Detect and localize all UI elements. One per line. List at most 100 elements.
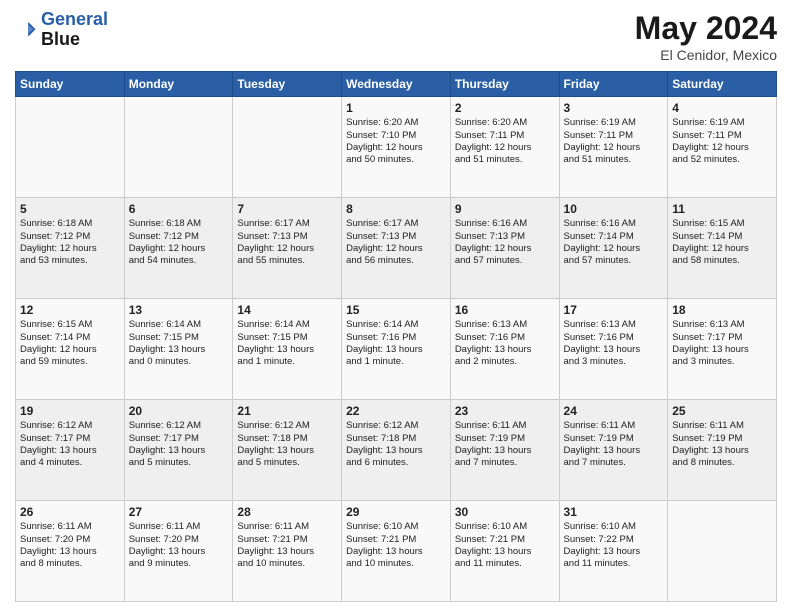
day-info: Sunrise: 6:10 AM Sunset: 7:21 PM Dayligh… [346, 521, 446, 570]
day-info: Sunrise: 6:18 AM Sunset: 7:12 PM Dayligh… [129, 218, 229, 267]
day-info: Sunrise: 6:19 AM Sunset: 7:11 PM Dayligh… [672, 117, 772, 166]
header: General Blue May 2024 El Cenidor, Mexico [15, 10, 777, 63]
day-info: Sunrise: 6:13 AM Sunset: 7:16 PM Dayligh… [564, 319, 664, 368]
calendar-cell: 5Sunrise: 6:18 AM Sunset: 7:12 PM Daylig… [16, 198, 125, 299]
day-number: 18 [672, 302, 772, 318]
day-info: Sunrise: 6:11 AM Sunset: 7:20 PM Dayligh… [129, 521, 229, 570]
calendar-cell: 14Sunrise: 6:14 AM Sunset: 7:15 PM Dayli… [233, 299, 342, 400]
day-info: Sunrise: 6:12 AM Sunset: 7:17 PM Dayligh… [129, 420, 229, 469]
logo: General Blue [15, 10, 108, 50]
day-info: Sunrise: 6:14 AM Sunset: 7:15 PM Dayligh… [237, 319, 337, 368]
day-number: 9 [455, 201, 555, 217]
calendar-cell: 26Sunrise: 6:11 AM Sunset: 7:20 PM Dayli… [16, 501, 125, 602]
day-info: Sunrise: 6:19 AM Sunset: 7:11 PM Dayligh… [564, 117, 664, 166]
day-number: 7 [237, 201, 337, 217]
day-info: Sunrise: 6:15 AM Sunset: 7:14 PM Dayligh… [672, 218, 772, 267]
calendar-cell: 12Sunrise: 6:15 AM Sunset: 7:14 PM Dayli… [16, 299, 125, 400]
day-number: 24 [564, 403, 664, 419]
day-number: 20 [129, 403, 229, 419]
day-number: 27 [129, 504, 229, 520]
day-number: 31 [564, 504, 664, 520]
calendar-cell: 21Sunrise: 6:12 AM Sunset: 7:18 PM Dayli… [233, 400, 342, 501]
day-info: Sunrise: 6:18 AM Sunset: 7:12 PM Dayligh… [20, 218, 120, 267]
day-info: Sunrise: 6:11 AM Sunset: 7:19 PM Dayligh… [564, 420, 664, 469]
calendar-cell: 29Sunrise: 6:10 AM Sunset: 7:21 PM Dayli… [342, 501, 451, 602]
day-number: 2 [455, 100, 555, 116]
day-info: Sunrise: 6:14 AM Sunset: 7:16 PM Dayligh… [346, 319, 446, 368]
logo-icon [15, 19, 37, 41]
day-info: Sunrise: 6:15 AM Sunset: 7:14 PM Dayligh… [20, 319, 120, 368]
calendar-week-4: 19Sunrise: 6:12 AM Sunset: 7:17 PM Dayli… [16, 400, 777, 501]
day-header-friday: Friday [559, 72, 668, 97]
calendar-cell: 11Sunrise: 6:15 AM Sunset: 7:14 PM Dayli… [668, 198, 777, 299]
calendar-cell: 9Sunrise: 6:16 AM Sunset: 7:13 PM Daylig… [450, 198, 559, 299]
main-title: May 2024 [635, 10, 777, 47]
day-header-sunday: Sunday [16, 72, 125, 97]
calendar-cell: 27Sunrise: 6:11 AM Sunset: 7:20 PM Dayli… [124, 501, 233, 602]
day-info: Sunrise: 6:11 AM Sunset: 7:19 PM Dayligh… [672, 420, 772, 469]
day-number: 12 [20, 302, 120, 318]
day-info: Sunrise: 6:16 AM Sunset: 7:13 PM Dayligh… [455, 218, 555, 267]
calendar-cell: 8Sunrise: 6:17 AM Sunset: 7:13 PM Daylig… [342, 198, 451, 299]
day-number: 30 [455, 504, 555, 520]
day-info: Sunrise: 6:10 AM Sunset: 7:21 PM Dayligh… [455, 521, 555, 570]
day-info: Sunrise: 6:11 AM Sunset: 7:19 PM Dayligh… [455, 420, 555, 469]
calendar-cell: 3Sunrise: 6:19 AM Sunset: 7:11 PM Daylig… [559, 97, 668, 198]
day-number: 4 [672, 100, 772, 116]
calendar-cell [233, 97, 342, 198]
day-number: 16 [455, 302, 555, 318]
day-info: Sunrise: 6:12 AM Sunset: 7:18 PM Dayligh… [346, 420, 446, 469]
day-number: 28 [237, 504, 337, 520]
day-number: 21 [237, 403, 337, 419]
calendar-cell: 22Sunrise: 6:12 AM Sunset: 7:18 PM Dayli… [342, 400, 451, 501]
day-number: 8 [346, 201, 446, 217]
day-info: Sunrise: 6:20 AM Sunset: 7:10 PM Dayligh… [346, 117, 446, 166]
day-number: 17 [564, 302, 664, 318]
page: General Blue May 2024 El Cenidor, Mexico… [0, 0, 792, 612]
calendar-cell: 31Sunrise: 6:10 AM Sunset: 7:22 PM Dayli… [559, 501, 668, 602]
day-number: 5 [20, 201, 120, 217]
day-number: 19 [20, 403, 120, 419]
day-number: 11 [672, 201, 772, 217]
calendar-body: 1Sunrise: 6:20 AM Sunset: 7:10 PM Daylig… [16, 97, 777, 602]
day-number: 23 [455, 403, 555, 419]
calendar-cell: 7Sunrise: 6:17 AM Sunset: 7:13 PM Daylig… [233, 198, 342, 299]
calendar-header: SundayMondayTuesdayWednesdayThursdayFrid… [16, 72, 777, 97]
calendar-cell: 10Sunrise: 6:16 AM Sunset: 7:14 PM Dayli… [559, 198, 668, 299]
day-number: 3 [564, 100, 664, 116]
day-info: Sunrise: 6:14 AM Sunset: 7:15 PM Dayligh… [129, 319, 229, 368]
day-info: Sunrise: 6:11 AM Sunset: 7:20 PM Dayligh… [20, 521, 120, 570]
calendar-week-2: 5Sunrise: 6:18 AM Sunset: 7:12 PM Daylig… [16, 198, 777, 299]
day-number: 15 [346, 302, 446, 318]
calendar-week-1: 1Sunrise: 6:20 AM Sunset: 7:10 PM Daylig… [16, 97, 777, 198]
day-header-saturday: Saturday [668, 72, 777, 97]
calendar-cell: 6Sunrise: 6:18 AM Sunset: 7:12 PM Daylig… [124, 198, 233, 299]
calendar-cell: 30Sunrise: 6:10 AM Sunset: 7:21 PM Dayli… [450, 501, 559, 602]
subtitle: El Cenidor, Mexico [635, 47, 777, 63]
logo-text: General Blue [41, 10, 108, 50]
calendar-cell [124, 97, 233, 198]
day-info: Sunrise: 6:13 AM Sunset: 7:17 PM Dayligh… [672, 319, 772, 368]
calendar-cell: 23Sunrise: 6:11 AM Sunset: 7:19 PM Dayli… [450, 400, 559, 501]
calendar-cell: 18Sunrise: 6:13 AM Sunset: 7:17 PM Dayli… [668, 299, 777, 400]
day-number: 1 [346, 100, 446, 116]
calendar: SundayMondayTuesdayWednesdayThursdayFrid… [15, 71, 777, 602]
day-header-wednesday: Wednesday [342, 72, 451, 97]
calendar-cell [16, 97, 125, 198]
day-number: 6 [129, 201, 229, 217]
day-number: 14 [237, 302, 337, 318]
day-info: Sunrise: 6:12 AM Sunset: 7:17 PM Dayligh… [20, 420, 120, 469]
day-info: Sunrise: 6:17 AM Sunset: 7:13 PM Dayligh… [346, 218, 446, 267]
calendar-cell: 1Sunrise: 6:20 AM Sunset: 7:10 PM Daylig… [342, 97, 451, 198]
calendar-cell: 19Sunrise: 6:12 AM Sunset: 7:17 PM Dayli… [16, 400, 125, 501]
day-info: Sunrise: 6:12 AM Sunset: 7:18 PM Dayligh… [237, 420, 337, 469]
day-info: Sunrise: 6:20 AM Sunset: 7:11 PM Dayligh… [455, 117, 555, 166]
title-block: May 2024 El Cenidor, Mexico [635, 10, 777, 63]
day-header-thursday: Thursday [450, 72, 559, 97]
calendar-cell [668, 501, 777, 602]
calendar-week-3: 12Sunrise: 6:15 AM Sunset: 7:14 PM Dayli… [16, 299, 777, 400]
calendar-cell: 15Sunrise: 6:14 AM Sunset: 7:16 PM Dayli… [342, 299, 451, 400]
day-header-tuesday: Tuesday [233, 72, 342, 97]
day-info: Sunrise: 6:17 AM Sunset: 7:13 PM Dayligh… [237, 218, 337, 267]
calendar-cell: 16Sunrise: 6:13 AM Sunset: 7:16 PM Dayli… [450, 299, 559, 400]
